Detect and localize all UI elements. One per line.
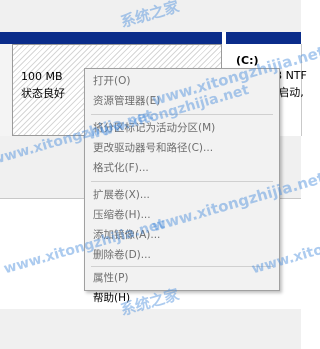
menu-item-explorer[interactable]: 资源管理器(E): [93, 92, 160, 110]
bottom-panel: [0, 309, 301, 349]
menu-item-mark-active[interactable]: 将分区标记为活动分区(M): [93, 119, 215, 137]
disk-band-left: [0, 32, 12, 44]
partition-name: (C:): [236, 54, 259, 67]
menu-item-properties[interactable]: 属性(P): [93, 269, 129, 287]
menu-separator: [91, 181, 273, 182]
menu-separator: [91, 114, 273, 115]
menu-item-extend-volume[interactable]: 扩展卷(X)...: [93, 186, 150, 204]
menu-item-delete-volume[interactable]: 删除卷(D)...: [93, 246, 151, 264]
menu-item-change-drive-letter[interactable]: 更改驱动器号和路径(C)...: [93, 139, 213, 157]
menu-item-shrink-volume[interactable]: 压缩卷(H)...: [93, 206, 151, 224]
menu-separator: [91, 266, 273, 267]
top-toolbar-area: [0, 0, 301, 32]
partition-band-c: [226, 32, 301, 44]
menu-item-format[interactable]: 格式化(F)...: [93, 159, 149, 177]
partition-status: 状态良好: [21, 87, 65, 100]
menu-item-help[interactable]: 帮助(H): [93, 289, 130, 307]
partition-size: 100 MB: [21, 70, 63, 83]
partition-context-menu: 打开(O) 资源管理器(E) 将分区标记为活动分区(M) 更改驱动器号和路径(C…: [84, 68, 280, 304]
menu-item-open[interactable]: 打开(O): [93, 72, 130, 90]
partition-band-system-reserved: [12, 32, 222, 44]
menu-item-add-mirror[interactable]: 添加镜像(A)...: [93, 226, 160, 244]
